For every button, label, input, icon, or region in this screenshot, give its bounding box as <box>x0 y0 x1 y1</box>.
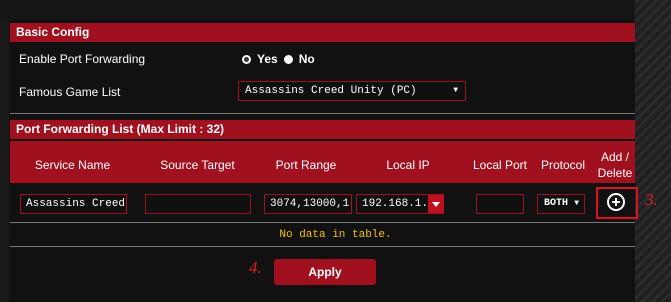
radio-yes-label[interactable]: Yes <box>257 52 278 66</box>
enable-radio-group: Yes No <box>242 52 315 66</box>
radio-yes-icon[interactable] <box>242 54 251 64</box>
source-target-input[interactable] <box>145 194 251 214</box>
add-circle-icon[interactable] <box>607 193 625 211</box>
col-add-delete: Add / Delete <box>595 148 635 182</box>
empty-table-message: No data in table. <box>279 229 392 241</box>
famous-game-list-label: Famous Game List <box>19 85 121 99</box>
step-4-marker: 4. <box>249 258 262 277</box>
radio-no-icon[interactable] <box>283 54 293 64</box>
basic-config-header: Basic Config <box>10 23 635 42</box>
col-protocol: Protocol <box>540 158 586 172</box>
protocol-dropdown-arrow-icon: ▼ <box>574 199 579 208</box>
port-forwarding-list-header: Port Forwarding List (Max Limit : 32) <box>10 120 635 139</box>
local-port-input[interactable] <box>476 194 524 214</box>
dropdown-arrow-icon: ▼ <box>453 86 458 95</box>
protocol-select-value: BOTH <box>544 198 569 209</box>
col-local-ip: Local IP <box>386 158 430 172</box>
famous-game-select[interactable]: Assassins Creed Unity (PC) ▼ <box>238 81 466 101</box>
background-texture <box>635 0 671 302</box>
footer-divider <box>10 246 635 247</box>
famous-game-select-value: Assassins Creed Unity (PC) <box>245 85 417 97</box>
col-local-port: Local Port <box>472 158 528 172</box>
port-range-input[interactable]: 3074,13000,1 <box>264 194 352 214</box>
local-ip-dropdown-icon[interactable] <box>428 195 444 213</box>
enable-port-forwarding-label: Enable Port Forwarding <box>19 52 146 66</box>
col-service-name: Service Name <box>34 158 111 172</box>
col-add-delete-line2: Delete <box>597 166 633 180</box>
apply-button[interactable]: Apply <box>274 259 376 285</box>
col-add-delete-line1: Add / <box>600 150 630 164</box>
col-source-target: Source Target <box>160 158 235 172</box>
col-port-range: Port Range <box>275 158 337 172</box>
step-3-marker: 3. <box>645 190 658 209</box>
section-divider <box>10 113 635 114</box>
row-divider <box>10 222 635 223</box>
service-name-input[interactable]: Assassins Creed <box>20 194 127 214</box>
top-strip <box>0 0 635 20</box>
protocol-select[interactable]: BOTH ▼ <box>537 194 585 214</box>
radio-no-label[interactable]: No <box>299 52 315 66</box>
